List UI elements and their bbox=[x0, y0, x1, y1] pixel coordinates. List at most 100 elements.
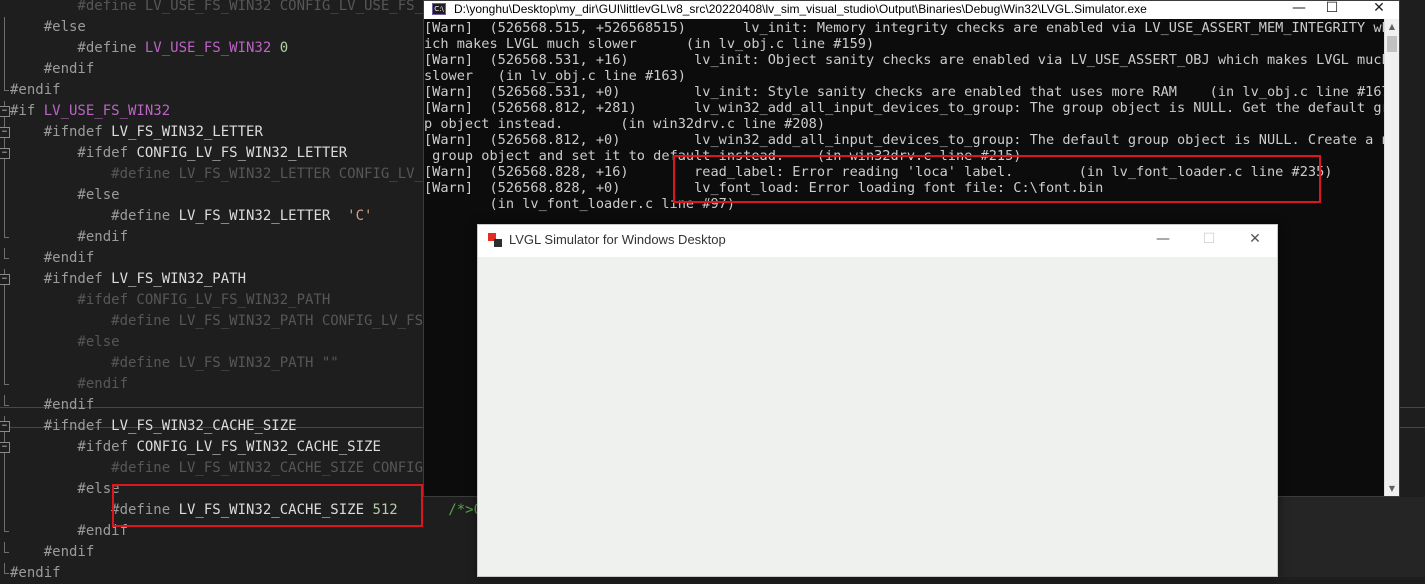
fold-guide bbox=[0, 206, 10, 227]
code-token: LV_USE_FS_WIN32 bbox=[43, 103, 171, 119]
fold-guide bbox=[0, 563, 10, 584]
code-token: #if bbox=[10, 103, 44, 119]
console-scrollbar[interactable]: ▲ ▼ bbox=[1384, 19, 1399, 496]
code-token: #else bbox=[10, 334, 120, 350]
code-token: /*>0 bbox=[397, 502, 483, 518]
simulator-maximize-button[interactable]: ☐ bbox=[1186, 225, 1232, 255]
simulator-display[interactable] bbox=[478, 257, 1277, 576]
console-line: (in lv_font_loader.c line #97) bbox=[424, 196, 735, 212]
code-token: #ifdef CONFIG_LV_FS_WIN32_PATH bbox=[10, 292, 331, 308]
code-token: 512 bbox=[364, 502, 398, 518]
console-minimize-button[interactable]: — bbox=[1284, 1, 1314, 19]
code-text: #ifndef LV_FS_WIN32_CACHE_SIZE bbox=[10, 416, 297, 437]
console-titlebar[interactable]: C:\ D:\yonghu\Desktop\my_dir\GUI\littlev… bbox=[424, 1, 1399, 19]
console-line: [Warn] (526568.515, +526568515) lv_init:… bbox=[424, 20, 1384, 36]
console-line: [Warn] (526568.828, +0) lv_font_load: Er… bbox=[424, 180, 1104, 196]
simulator-close-button[interactable]: ✕ bbox=[1232, 225, 1278, 255]
scroll-down-arrow-icon[interactable]: ▼ bbox=[1385, 481, 1399, 496]
code-text: #endif bbox=[10, 374, 128, 395]
code-token: #ifndef bbox=[10, 418, 112, 434]
console-line: [Warn] (526568.531, +0) lv_init: Style s… bbox=[424, 84, 1384, 100]
code-text: #else bbox=[10, 479, 120, 500]
lvgl-logo-icon bbox=[488, 233, 502, 247]
simulator-titlebar[interactable]: LVGL Simulator for Windows Desktop — ☐ ✕ bbox=[478, 225, 1277, 257]
code-token: #endif bbox=[10, 250, 95, 266]
code-token: 0 bbox=[271, 40, 289, 56]
fold-guide bbox=[0, 185, 10, 206]
code-token: LV_USE_FS_WIN32 bbox=[144, 40, 272, 56]
fold-guide bbox=[0, 311, 10, 332]
code-token: LV_FS_WIN32_LETTER bbox=[111, 124, 263, 140]
code-text: #else bbox=[10, 332, 120, 353]
code-token: #else bbox=[10, 19, 86, 35]
console-app-icon: C:\ bbox=[432, 3, 446, 15]
code-token: #endif bbox=[10, 565, 61, 581]
fold-toggle-icon[interactable] bbox=[0, 143, 10, 164]
code-token: LV_FS_WIN32_LETTER bbox=[178, 208, 331, 224]
console-close-button[interactable]: ✕ bbox=[1364, 1, 1394, 19]
fold-guide bbox=[0, 500, 10, 521]
code-token: #define bbox=[10, 40, 145, 56]
console-line: p object instead. (in win32drv.c line #2… bbox=[424, 116, 826, 132]
code-token: #define LV_FS_WIN32_PATH "" bbox=[10, 355, 339, 371]
fold-guide bbox=[0, 374, 10, 395]
console-line: slower (in lv_obj.c line #163) bbox=[424, 68, 686, 84]
code-token: #else bbox=[10, 481, 120, 497]
code-text: #define LV_USE_FS_WIN32 0 bbox=[10, 38, 288, 59]
code-token: LV_FS_WIN32_PATH bbox=[111, 271, 247, 287]
code-text: #ifndef LV_FS_WIN32_LETTER bbox=[10, 122, 263, 143]
code-text: #ifdef CONFIG_LV_FS_WIN32_LETTER bbox=[10, 143, 347, 164]
code-text: #endif bbox=[10, 563, 61, 584]
fold-toggle-icon[interactable] bbox=[0, 437, 10, 458]
console-title: D:\yonghu\Desktop\my_dir\GUI\littlevGL\v… bbox=[454, 2, 1147, 16]
fold-guide bbox=[0, 458, 10, 479]
fold-guide bbox=[0, 164, 10, 185]
fold-guide bbox=[0, 332, 10, 353]
fold-toggle-icon[interactable] bbox=[0, 269, 10, 290]
fold-guide bbox=[0, 353, 10, 374]
fold-toggle-icon[interactable] bbox=[0, 101, 10, 122]
code-token: #endif bbox=[10, 82, 61, 98]
console-maximize-button[interactable]: ☐ bbox=[1317, 1, 1347, 19]
code-token: CONFIG_LV_FS_WIN32_CACHE_SIZE bbox=[136, 439, 381, 455]
console-line: ich makes LVGL much slower (in lv_obj.c … bbox=[424, 36, 875, 52]
fold-toggle-icon[interactable] bbox=[0, 416, 10, 437]
console-line: [Warn] (526568.531, +16) lv_init: Object… bbox=[424, 52, 1384, 68]
code-token: #define LV_USE_FS_WIN32 CONFIG_LV_USE_FS… bbox=[10, 0, 466, 14]
code-token: #endif bbox=[10, 397, 95, 413]
code-token: #ifdef bbox=[10, 145, 137, 161]
console-line: [Warn] (526568.828, +16) read_label: Err… bbox=[424, 164, 1333, 180]
code-token: CONFIG_LV_FS_WIN32_LETTER bbox=[136, 145, 348, 161]
code-text: #define LV_FS_WIN32_PATH "" bbox=[10, 353, 339, 374]
fold-toggle-icon[interactable] bbox=[0, 122, 10, 143]
code-token: #endif bbox=[10, 376, 129, 392]
console-line: group object and set it to default inste… bbox=[424, 148, 1022, 164]
code-text: #endif bbox=[10, 80, 61, 101]
code-text: #if LV_USE_FS_WIN32 bbox=[10, 101, 170, 122]
code-text: #endif bbox=[10, 395, 95, 416]
code-text: #define LV_USE_FS_WIN32 CONFIG_LV_USE_FS… bbox=[10, 0, 465, 17]
code-token: #define bbox=[10, 208, 179, 224]
code-text: #ifdef CONFIG_LV_FS_WIN32_PATH bbox=[10, 290, 330, 311]
code-token: #endif bbox=[10, 544, 95, 560]
code-text: #define LV_FS_WIN32_CACHE_SIZE 512 /*>0 bbox=[10, 500, 482, 521]
simulator-title: LVGL Simulator for Windows Desktop bbox=[509, 232, 726, 247]
simulator-window[interactable]: LVGL Simulator for Windows Desktop — ☐ ✕ bbox=[477, 224, 1278, 577]
fold-guide bbox=[0, 17, 10, 38]
code-token: #endif bbox=[10, 229, 129, 245]
fold-guide bbox=[0, 248, 10, 269]
simulator-minimize-button[interactable]: — bbox=[1140, 225, 1186, 255]
fold-guide bbox=[0, 227, 10, 248]
fold-guide bbox=[0, 395, 10, 416]
fold-guide bbox=[0, 38, 10, 59]
code-text: #else bbox=[10, 185, 119, 206]
code-text: #define LV_FS_WIN32_LETTER 'C' bbox=[10, 206, 372, 227]
code-text: #endif bbox=[10, 542, 95, 563]
console-line: [Warn] (526568.812, +0) lv_win32_add_all… bbox=[424, 132, 1384, 148]
code-token: #ifdef bbox=[10, 439, 137, 455]
code-token: #define bbox=[10, 502, 179, 518]
code-text: #endif bbox=[10, 227, 128, 248]
fold-guide bbox=[0, 479, 10, 500]
scroll-thumb[interactable] bbox=[1387, 36, 1397, 52]
scroll-up-arrow-icon[interactable]: ▲ bbox=[1385, 19, 1399, 34]
